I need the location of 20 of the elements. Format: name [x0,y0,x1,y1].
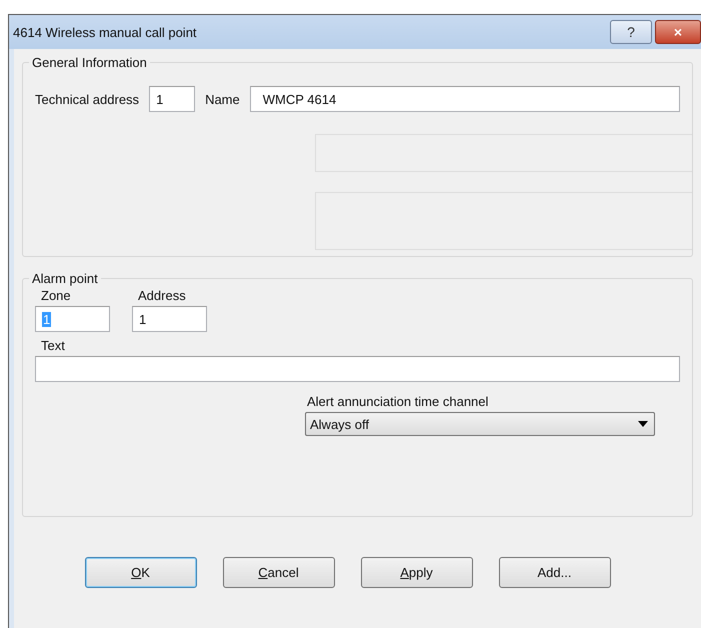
input-field[interactable]: 1 [132,306,207,332]
window-title: 4614 Wireless manual call point [13,24,198,40]
field-label: Text [40,338,66,353]
input-field[interactable]: WMCP 4614 [250,86,680,112]
dialog-button[interactable]: Apply [360,557,472,588]
dialog-button[interactable]: Cancel [222,557,334,588]
field-label: Technical address [35,92,140,106]
dialog-button[interactable]: OK [84,557,196,588]
dialog-button[interactable]: Add... [498,557,610,588]
input-field[interactable] [35,356,680,382]
dropdown-arrow-icon [638,421,648,427]
group-title: General Information [31,55,148,70]
help-button[interactable]: ? [610,20,652,44]
field-label: Address [137,288,187,303]
dropdown[interactable]: Always off [305,412,655,436]
field-label: Name [205,92,240,106]
field-label: Zone [40,288,72,303]
field-label: Alert annunciation time channel [306,394,490,409]
input-field[interactable]: 1 [149,86,196,112]
group-title: Alarm point [31,271,99,286]
